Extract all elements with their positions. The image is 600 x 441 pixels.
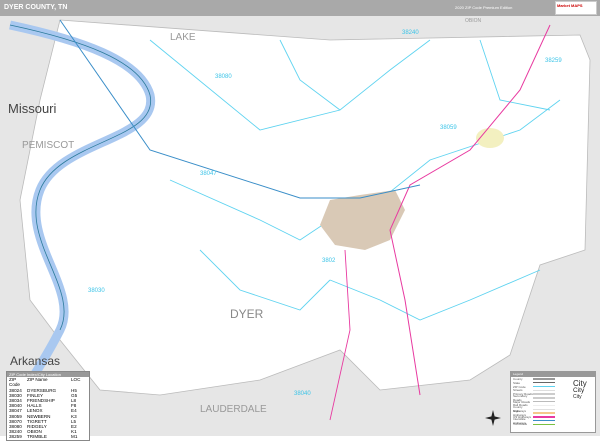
legend-swatch xyxy=(533,393,555,395)
zip-label-38030: 38030 xyxy=(88,288,105,294)
map-legend: Legend County State ZIP Code Streets Primary… xyxy=(510,371,596,433)
label-dyer: DYER xyxy=(230,307,264,321)
zip-table-header: ZIP Code ZIP Name LOC xyxy=(7,377,89,387)
legend-swatch xyxy=(533,419,555,422)
dyer-county-area xyxy=(19,19,591,396)
header-zip: ZIP Code xyxy=(9,377,20,388)
header-loc: LOC xyxy=(71,377,81,383)
city-scale: City City City xyxy=(573,380,587,401)
legend-swatch xyxy=(533,412,555,414)
edition-label: 2020 ZIP Code Premium Edition xyxy=(455,5,513,10)
map-title: DYER COUNTY, TN xyxy=(4,4,68,11)
label-missouri: Missouri xyxy=(8,101,57,116)
legend-swatch xyxy=(533,381,555,384)
zip-label-38259: 38259 xyxy=(545,58,562,64)
zip-label-38080: 38080 xyxy=(215,74,232,80)
legend-swatch xyxy=(533,385,555,388)
header-name: ZIP Name xyxy=(27,377,48,383)
zip-label-38024: 3802 xyxy=(322,258,336,264)
table-cell: 38259 xyxy=(9,434,22,440)
label-arkansas: Arkansas xyxy=(10,354,60,368)
city-scale-label: City xyxy=(573,379,587,388)
legend-swatch xyxy=(533,397,555,399)
label-pemiscot: PEMISCOT xyxy=(22,140,74,151)
legend-swatch xyxy=(533,404,555,407)
legend-swatch xyxy=(533,378,555,380)
zip-label-38047: 38047 xyxy=(200,171,217,177)
legend-swatch xyxy=(533,423,555,426)
label-obion: OBION xyxy=(465,18,482,24)
legend-swatch xyxy=(533,389,555,392)
zip-label-38059: 38059 xyxy=(440,125,457,131)
label-lauderdale: LAUDERDALE xyxy=(200,404,267,415)
label-lake: LAKE xyxy=(170,32,196,43)
table-cell: M1 xyxy=(71,434,78,440)
logo-text: Market MAPS xyxy=(557,3,583,8)
city-scale-label: City xyxy=(573,387,585,394)
zip-label-38040: 38040 xyxy=(294,391,311,397)
publisher-logo: Market MAPS xyxy=(555,1,597,15)
table-row: 38259 TRIMBLE M1 xyxy=(7,434,89,439)
legend-swatch xyxy=(533,408,555,411)
zip-label-38240: 38240 xyxy=(402,30,419,36)
city-scale-label: City xyxy=(573,394,582,400)
legend-label: Toll Roads xyxy=(513,422,528,427)
legend-swatch xyxy=(533,416,555,418)
legend-item: Toll Roads xyxy=(511,422,595,427)
zip-index-table: ZIP Code Index/City Location ZIP Code ZI… xyxy=(6,371,90,441)
legend-swatch xyxy=(533,400,555,403)
header: DYER COUNTY, TN 2020 ZIP Code Premium Ed… xyxy=(0,0,600,16)
table-cell: TRIMBLE xyxy=(27,434,47,440)
